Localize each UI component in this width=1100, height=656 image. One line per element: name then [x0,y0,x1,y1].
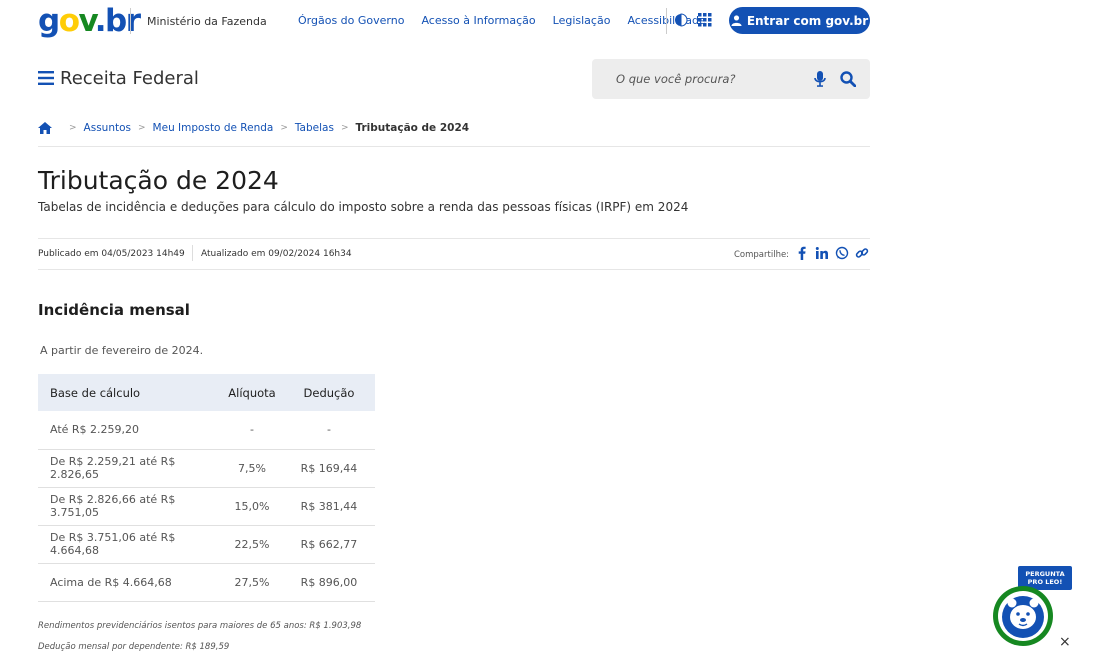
chatbot-badge-line: PERGUNTA [1025,570,1065,578]
published-date: Publicado em 04/05/2023 14h49 [38,249,185,259]
table-cell: Acima de R$ 4.664,68 [38,563,221,602]
menu-icon[interactable] [38,71,54,85]
table-cell: R$ 169,44 [283,449,375,488]
login-button[interactable]: Entrar com gov.br [729,7,870,34]
search-input[interactable]: O que você procura? [616,72,735,86]
divider [130,8,131,34]
table-cell: R$ 381,44 [283,487,375,526]
user-icon [731,15,742,26]
search-icon[interactable] [840,71,856,87]
table-row: De R$ 2.826,66 até R$ 3.751,05 15,0% R$ … [38,487,375,526]
divider [38,269,870,270]
table-cell: R$ 896,00 [283,563,375,602]
page-description: Tabelas de incidência e deduções para cá… [38,200,689,214]
top-bar: gov.br Ministério da Fazenda Órgãos do G… [0,0,1100,44]
table-cell: 15,0% [221,487,283,526]
table-cell: Até R$ 2.259,20 [38,411,221,450]
chevron-right-icon: > [340,123,349,133]
table-row: De R$ 2.259,21 até R$ 2.826,65 7,5% R$ 1… [38,449,375,488]
site-title[interactable]: Receita Federal [60,68,199,89]
share-icons [795,246,869,260]
divider [38,238,870,239]
updated-date: Atualizado em 09/02/2024 16h34 [201,249,352,259]
home-icon[interactable] [38,122,52,134]
table-row: De R$ 3.751,06 até R$ 4.664,68 22,5% R$ … [38,525,375,564]
column-header-deducao: Dedução [283,374,375,411]
govbr-logo[interactable]: gov.br [38,4,141,38]
link-legislacao[interactable]: Legislação [553,14,611,27]
divider [192,245,193,261]
search-box[interactable]: O que você procura? [592,59,870,99]
apps-grid-icon[interactable] [698,13,712,27]
link-orgaos[interactable]: Órgãos do Governo [298,14,404,27]
chevron-right-icon: > [69,123,77,133]
login-label: Entrar com gov.br [746,13,869,28]
link-icon[interactable] [855,246,869,260]
footnote: Dedução mensal por dependente: R$ 189,59 [38,642,230,652]
table-header-row: Base de cálculo Alíquota Dedução [38,374,375,411]
table-row: Até R$ 2.259,20 - - [38,411,375,450]
table-cell: R$ 662,77 [283,525,375,564]
breadcrumb-current: Tributação de 2024 [355,122,470,134]
lion-mascot-icon[interactable] [991,584,1055,648]
close-icon[interactable]: × [1059,634,1071,650]
share-label: Compartilhe: [734,250,790,260]
breadcrumb-assuntos[interactable]: Assuntos [84,122,131,134]
table-cell: De R$ 2.259,21 até R$ 2.826,65 [38,449,221,488]
breadcrumb-meu-imposto[interactable]: Meu Imposto de Renda [153,122,274,134]
contrast-icon[interactable] [674,13,688,27]
section-note: A partir de fevereiro de 2024. [40,344,204,357]
table-cell: De R$ 2.826,66 até R$ 3.751,05 [38,487,221,526]
breadcrumb: > Assuntos > Meu Imposto de Renda > Tabe… [38,122,469,134]
breadcrumb-tabelas[interactable]: Tabelas [295,122,334,134]
microphone-icon[interactable] [814,71,826,87]
divider [38,146,870,147]
section-title: Incidência mensal [38,301,190,319]
whatsapp-icon[interactable] [835,246,849,260]
table-cell: 27,5% [221,563,283,602]
top-links: Órgãos do Governo Acesso à Informação Le… [298,14,723,27]
table-cell: 7,5% [221,449,283,488]
column-header-aliquota: Alíquota [221,374,283,411]
chevron-right-icon: > [280,123,288,133]
ministry-name: Ministério da Fazenda [147,15,267,28]
column-header-base: Base de cálculo [38,374,221,411]
table-cell: 22,5% [221,525,283,564]
table-cell: De R$ 3.751,06 até R$ 4.664,68 [38,525,221,564]
divider [666,8,667,34]
link-acesso-informacao[interactable]: Acesso à Informação [421,14,535,27]
chevron-right-icon: > [138,123,146,133]
linkedin-icon[interactable] [815,246,829,260]
tax-table: Base de cálculo Alíquota Dedução Até R$ … [38,374,375,602]
table-row: Acima de R$ 4.664,68 27,5% R$ 896,00 [38,563,375,602]
footnote: Rendimentos previdenciários isentos para… [38,621,362,631]
facebook-icon[interactable] [795,246,809,260]
table-cell: - [221,411,283,450]
page-title: Tributação de 2024 [38,166,279,195]
table-cell: - [283,411,375,450]
